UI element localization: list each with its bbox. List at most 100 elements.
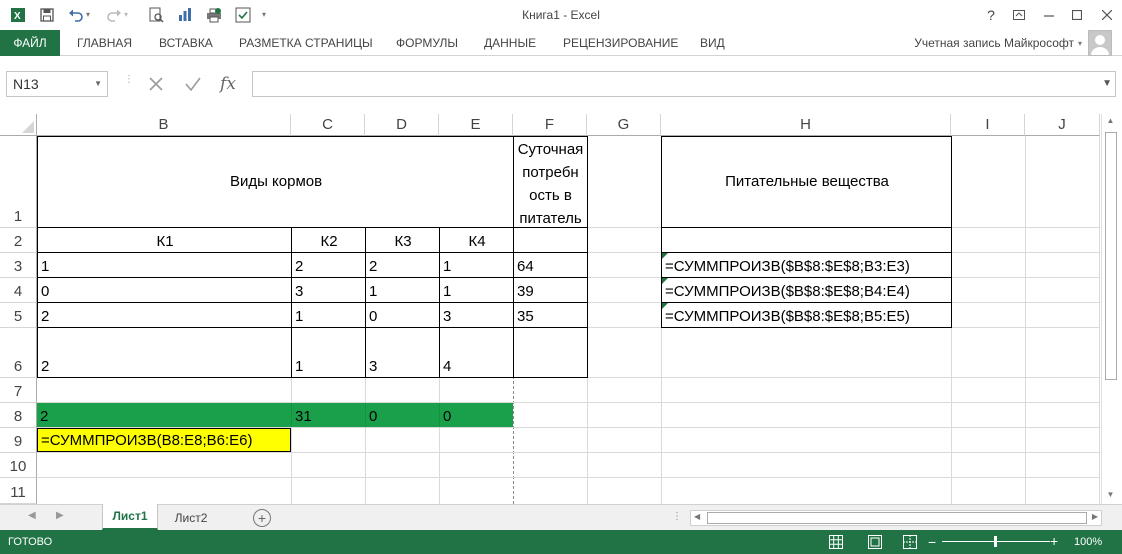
column-header-g[interactable]: G (587, 114, 661, 136)
cell-f6[interactable] (513, 327, 588, 378)
cell-b8[interactable]: 2 (37, 403, 291, 427)
question-icon[interactable]: ? (980, 4, 1002, 26)
page-layout-view-icon[interactable] (867, 534, 883, 550)
add-sheet-icon[interactable]: + (253, 509, 271, 527)
cell-d6[interactable]: 3 (365, 327, 440, 378)
cell-b5[interactable]: 2 (37, 302, 292, 328)
zoom-in-icon[interactable]: + (1050, 533, 1058, 549)
cell-c5[interactable]: 1 (291, 302, 366, 328)
worksheet-grid[interactable]: B C D E F G H I J 1 2 3 4 5 6 7 8 9 10 1… (0, 114, 1100, 504)
account-menu[interactable]: Учетная запись Майкрософт ▾ (914, 30, 1082, 56)
row-header-11[interactable]: 11 (0, 478, 37, 504)
tab-formulas[interactable]: ФОРМУЛЫ (396, 30, 458, 56)
cell-e2[interactable]: К4 (439, 227, 514, 253)
column-header-b[interactable]: B (37, 114, 291, 136)
cell-d5[interactable]: 0 (365, 302, 440, 328)
split-handle-icon[interactable]: ⋮ (672, 511, 682, 522)
tab-review[interactable]: РЕЦЕНЗИРОВАНИЕ (563, 30, 678, 56)
insert-function-icon[interactable]: fx (216, 72, 240, 96)
page-break-view-icon[interactable] (902, 534, 918, 550)
maximize-icon[interactable] (1066, 4, 1088, 26)
cell-d8[interactable]: 0 (365, 403, 439, 427)
close-icon[interactable] (1096, 4, 1118, 26)
avatar[interactable] (1088, 30, 1112, 56)
row-header-1[interactable]: 1 (0, 136, 37, 228)
cell-b9[interactable]: =СУММПРОИЗВ(B8:E8;B6:E6) (37, 428, 291, 452)
formula-input[interactable]: ▼ (252, 71, 1116, 97)
sheet-tab[interactable]: Лист2 (162, 505, 220, 531)
scroll-left-icon[interactable]: ◀ (694, 512, 700, 521)
cell-d2[interactable]: К3 (365, 227, 440, 253)
cell-f3[interactable]: 64 (513, 252, 588, 278)
row-header-10[interactable]: 10 (0, 453, 37, 478)
cell-h3[interactable]: =СУММПРОИЗВ($B$8:$E$8;B3:E3) (661, 252, 952, 278)
enter-icon[interactable] (181, 72, 205, 96)
zoom-out-icon[interactable]: − (928, 534, 936, 550)
cell-c4[interactable]: 3 (291, 277, 366, 303)
cell-h5[interactable]: =СУММПРОИЗВ($B$8:$E$8;B5:E5) (661, 302, 952, 328)
cell-e4[interactable]: 1 (439, 277, 514, 303)
cell-b2[interactable]: К1 (37, 227, 292, 253)
row-header-4[interactable]: 4 (0, 278, 37, 303)
row-header-9[interactable]: 9 (0, 428, 37, 453)
tab-home[interactable]: ГЛАВНАЯ (77, 30, 132, 56)
next-sheet-icon[interactable]: ▶ (56, 510, 64, 521)
scroll-right-icon[interactable]: ▶ (1092, 512, 1098, 521)
tab-page-layout[interactable]: РАЗМЕТКА СТРАНИЦЫ (239, 30, 373, 56)
cell-e5[interactable]: 3 (439, 302, 514, 328)
column-header-h[interactable]: H (661, 114, 951, 136)
cell-d4[interactable]: 1 (365, 277, 440, 303)
cell-c2[interactable]: К2 (291, 227, 366, 253)
row-header-7[interactable]: 7 (0, 378, 37, 403)
horizontal-scroll-thumb[interactable] (707, 512, 1087, 524)
cell-d3[interactable]: 2 (365, 252, 440, 278)
prev-sheet-icon[interactable]: ◀ (28, 510, 36, 521)
row-header-6[interactable]: 6 (0, 328, 37, 378)
cell-e8[interactable]: 0 (439, 403, 513, 427)
cell-h2[interactable] (661, 227, 952, 253)
vertical-scrollbar[interactable]: ▲ ▼ (1101, 114, 1120, 504)
column-header-i[interactable]: I (951, 114, 1025, 136)
cancel-icon[interactable] (144, 72, 168, 96)
row-header-8[interactable]: 8 (0, 403, 37, 428)
tab-insert[interactable]: ВСТАВКА (159, 30, 213, 56)
chevron-down-icon[interactable]: ▼ (94, 79, 102, 88)
cell-c6[interactable]: 1 (291, 327, 366, 378)
cell-b1[interactable]: Виды кормов (37, 136, 514, 228)
cell-b4[interactable]: 0 (37, 277, 292, 303)
zoom-slider-thumb[interactable] (994, 536, 997, 547)
minimize-icon[interactable] (1038, 4, 1060, 26)
tab-data[interactable]: ДАННЫЕ (484, 30, 536, 56)
cell-f1[interactable]: Суточная потребн ость в питатель (513, 136, 588, 228)
tab-view[interactable]: ВИД (700, 30, 725, 56)
name-box[interactable]: N13 ▼ (6, 71, 108, 97)
column-header-f[interactable]: F (513, 114, 587, 136)
select-all-button[interactable] (0, 114, 37, 136)
column-header-d[interactable]: D (365, 114, 439, 136)
normal-view-icon[interactable] (828, 534, 844, 550)
resize-handle[interactable]: ⋮ (124, 74, 134, 94)
cell-f2[interactable] (513, 227, 588, 253)
cell-c3[interactable]: 2 (291, 252, 366, 278)
cell-f4[interactable]: 39 (513, 277, 588, 303)
scroll-down-icon[interactable]: ▼ (1102, 490, 1119, 499)
scroll-up-icon[interactable]: ▲ (1102, 116, 1119, 125)
column-header-e[interactable]: E (439, 114, 513, 136)
horizontal-scrollbar[interactable]: ◀ ▶ (690, 510, 1102, 526)
row-header-2[interactable]: 2 (0, 228, 37, 253)
column-header-j[interactable]: J (1025, 114, 1100, 136)
sheet-tab-active[interactable]: Лист1 (102, 504, 158, 530)
row-header-5[interactable]: 5 (0, 303, 37, 328)
column-header-c[interactable]: C (291, 114, 365, 136)
cell-c8[interactable]: 31 (291, 403, 365, 427)
cell-h4[interactable]: =СУММПРОИЗВ($B$8:$E$8;B4:E4) (661, 277, 952, 303)
cell-b6[interactable]: 2 (37, 327, 292, 378)
cell-e3[interactable]: 1 (439, 252, 514, 278)
expand-formula-bar-icon[interactable]: ▼ (1102, 78, 1112, 89)
cell-b3[interactable]: 1 (37, 252, 292, 278)
vertical-scroll-thumb[interactable] (1105, 132, 1117, 380)
restore-ribbon-icon[interactable] (1008, 4, 1030, 26)
row-header-3[interactable]: 3 (0, 253, 37, 278)
zoom-level[interactable]: 100% (1074, 536, 1102, 548)
cell-e6[interactable]: 4 (439, 327, 514, 378)
